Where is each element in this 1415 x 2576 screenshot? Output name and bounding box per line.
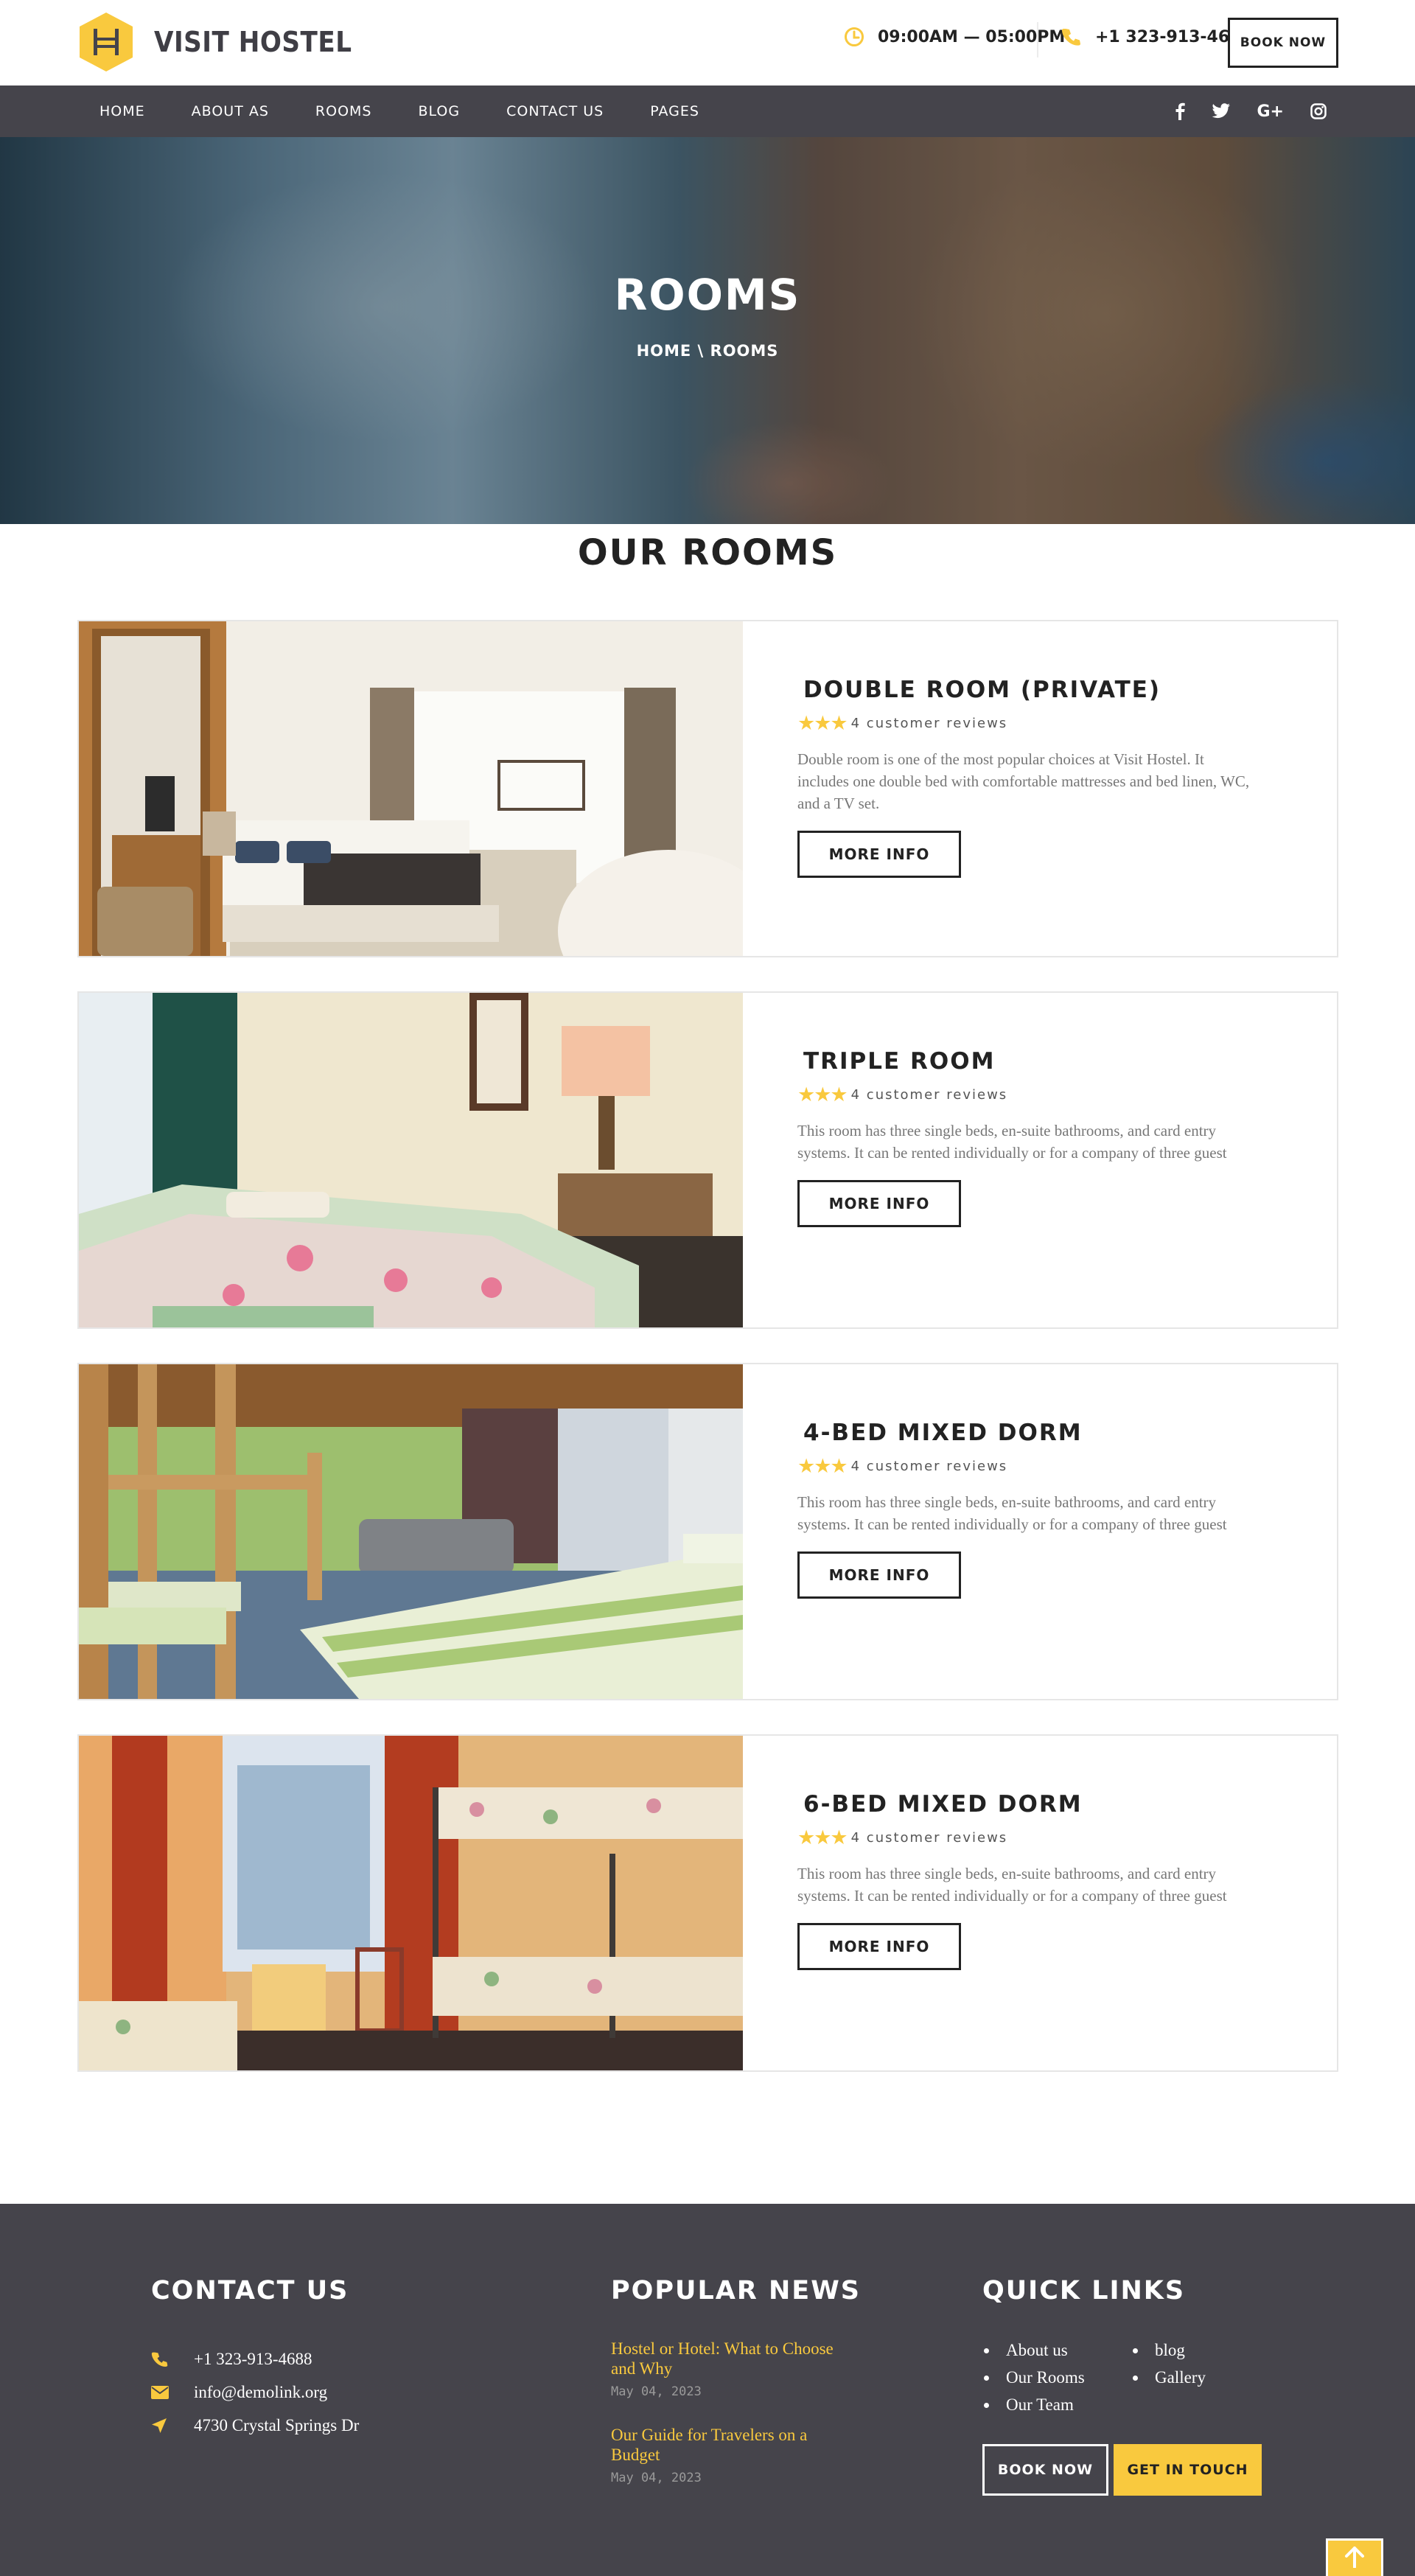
room-title[interactable]: DOUBLE ROOM (PRIVATE) bbox=[803, 677, 1254, 703]
star-rating-icon: ★★★ bbox=[797, 1083, 848, 1106]
instagram-icon[interactable] bbox=[1310, 103, 1327, 119]
header-phone[interactable]: +1 323-913-4688 bbox=[1061, 27, 1252, 47]
room-photo[interactable] bbox=[79, 1364, 743, 1699]
room-title[interactable]: TRIPLE ROOM bbox=[803, 1048, 1254, 1075]
hero-title: ROOMS bbox=[614, 270, 801, 320]
brand-name: VISIT HOSTEL bbox=[154, 26, 352, 58]
news-date: May 04, 2023 bbox=[611, 2471, 702, 2485]
room-details: TRIPLE ROOM ★★★ 4 customer reviews This … bbox=[797, 1048, 1254, 1227]
contact-list: +1 323-913-4688 info@demolink.org 4730 C… bbox=[151, 2342, 359, 2442]
phone-icon bbox=[1061, 27, 1082, 47]
room-description: This room has three single beds, en-suit… bbox=[797, 1865, 1227, 1905]
hostel-bed-icon bbox=[77, 11, 135, 73]
room-rating: ★★★ 4 customer reviews bbox=[797, 1455, 1254, 1478]
footer-links-title: QUICK LINKS bbox=[982, 2276, 1186, 2306]
room-rating: ★★★ 4 customer reviews bbox=[797, 1083, 1254, 1106]
twitter-icon[interactable] bbox=[1212, 103, 1231, 119]
contact-email[interactable]: info@demolink.org bbox=[151, 2376, 359, 2409]
room-photo[interactable] bbox=[79, 1736, 743, 2070]
top-header: VISIT HOSTEL 09:00AM — 05:00PM +1 323-91… bbox=[0, 0, 1415, 85]
book-now-button[interactable]: BOOK NOW bbox=[1228, 18, 1338, 68]
arrow-up-icon bbox=[1344, 2546, 1365, 2572]
quick-links-col-2: blog Gallery bbox=[1131, 2336, 1206, 2391]
quick-links-col-1: About us Our Rooms Our Team bbox=[982, 2336, 1085, 2418]
main-navbar: HOME ABOUT AS ROOMS BLOG CONTACT US PAGE… bbox=[0, 85, 1415, 137]
news-date: May 04, 2023 bbox=[611, 2384, 702, 2399]
contact-email-text: info@demolink.org bbox=[194, 2382, 328, 2401]
main-menu: HOME ABOUT AS ROOMS BLOG CONTACT US PAGE… bbox=[99, 85, 746, 137]
contact-phone-text: +1 323-913-4688 bbox=[194, 2349, 312, 2368]
news-item: Our Guide for Travelers on a Budget May … bbox=[611, 2425, 847, 2485]
more-info-button[interactable]: MORE INFO bbox=[797, 1180, 961, 1227]
room-details: 6-BED MIXED DORM ★★★ 4 customer reviews … bbox=[797, 1791, 1254, 1970]
room-description: This room has three single beds, en-suit… bbox=[797, 1493, 1227, 1533]
breadcrumb-current: ROOMS bbox=[710, 342, 779, 360]
quick-link-rooms[interactable]: Our Rooms bbox=[982, 2364, 1085, 2391]
nav-item-pages[interactable]: PAGES bbox=[650, 103, 699, 119]
room-title[interactable]: 6-BED MIXED DORM bbox=[803, 1791, 1254, 1818]
room-card: TRIPLE ROOM ★★★ 4 customer reviews This … bbox=[77, 991, 1338, 1329]
section-title: OUR ROOMS bbox=[577, 532, 838, 573]
room-card: 4-BED MIXED DORM ★★★ 4 customer reviews … bbox=[77, 1363, 1338, 1700]
review-count[interactable]: 4 customer reviews bbox=[851, 716, 1008, 731]
nav-item-blog[interactable]: BLOG bbox=[418, 103, 460, 119]
scroll-to-top-button[interactable] bbox=[1326, 2538, 1383, 2576]
opening-hours: 09:00AM — 05:00PM bbox=[844, 27, 1065, 47]
nav-item-contact[interactable]: CONTACT US bbox=[506, 103, 604, 119]
footer-book-now-button[interactable]: BOOK NOW bbox=[982, 2444, 1108, 2496]
contact-phone[interactable]: +1 323-913-4688 bbox=[151, 2342, 359, 2376]
contact-address: 4730 Crystal Springs Dr bbox=[151, 2409, 359, 2442]
nav-item-home[interactable]: HOME bbox=[99, 103, 145, 119]
site-footer: CONTACT US +1 323-913-4688 info@demolink… bbox=[0, 2204, 1415, 2576]
clock-icon bbox=[844, 27, 864, 47]
star-rating-icon: ★★★ bbox=[797, 1826, 848, 1849]
more-info-button[interactable]: MORE INFO bbox=[797, 831, 961, 878]
room-description: This room has three single beds, en-suit… bbox=[797, 1122, 1227, 1162]
page-hero: ROOMS HOME \ ROOMS bbox=[0, 137, 1415, 524]
star-rating-icon: ★★★ bbox=[797, 712, 848, 734]
location-arrow-icon bbox=[151, 2418, 194, 2434]
breadcrumb-separator: \ bbox=[697, 342, 705, 360]
breadcrumb: HOME \ ROOMS bbox=[0, 342, 1415, 360]
breadcrumb-home[interactable]: HOME bbox=[637, 342, 692, 360]
footer-contact-title: CONTACT US bbox=[151, 2276, 349, 2306]
quick-link-about[interactable]: About us bbox=[982, 2336, 1085, 2364]
review-count[interactable]: 4 customer reviews bbox=[851, 1459, 1008, 1474]
envelope-icon bbox=[151, 2385, 194, 2399]
phone-icon bbox=[151, 2350, 194, 2368]
quick-link-gallery[interactable]: Gallery bbox=[1131, 2364, 1206, 2391]
quick-link-blog[interactable]: blog bbox=[1131, 2336, 1206, 2364]
room-details: DOUBLE ROOM (PRIVATE) ★★★ 4 customer rev… bbox=[797, 677, 1254, 878]
room-photo[interactable] bbox=[79, 621, 743, 956]
more-info-button[interactable]: MORE INFO bbox=[797, 1923, 961, 1970]
review-count[interactable]: 4 customer reviews bbox=[851, 1087, 1008, 1103]
room-card: 6-BED MIXED DORM ★★★ 4 customer reviews … bbox=[77, 1734, 1338, 2072]
star-rating-icon: ★★★ bbox=[797, 1455, 848, 1477]
room-rating: ★★★ 4 customer reviews bbox=[797, 1826, 1254, 1849]
quick-link-team[interactable]: Our Team bbox=[982, 2391, 1085, 2418]
nav-item-about[interactable]: ABOUT AS bbox=[192, 103, 269, 119]
footer-news-title: POPULAR NEWS bbox=[611, 2276, 862, 2306]
facebook-icon[interactable] bbox=[1175, 102, 1185, 120]
review-count[interactable]: 4 customer reviews bbox=[851, 1830, 1008, 1846]
contact-address-text: 4730 Crystal Springs Dr bbox=[194, 2415, 360, 2434]
news-link[interactable]: Our Guide for Travelers on a Budget bbox=[611, 2425, 847, 2465]
nav-item-rooms[interactable]: ROOMS bbox=[315, 103, 372, 119]
header-divider bbox=[1037, 22, 1038, 57]
room-details: 4-BED MIXED DORM ★★★ 4 customer reviews … bbox=[797, 1420, 1254, 1599]
room-card: DOUBLE ROOM (PRIVATE) ★★★ 4 customer rev… bbox=[77, 620, 1338, 957]
get-in-touch-button[interactable]: GET IN TOUCH bbox=[1114, 2444, 1262, 2496]
news-item: Hostel or Hotel: What to Choose and Why … bbox=[611, 2339, 847, 2399]
social-links: G+ bbox=[1148, 85, 1327, 137]
room-description: Double room is one of the most popular c… bbox=[797, 750, 1250, 812]
news-link[interactable]: Hostel or Hotel: What to Choose and Why bbox=[611, 2339, 847, 2378]
room-title[interactable]: 4-BED MIXED DORM bbox=[803, 1420, 1254, 1446]
more-info-button[interactable]: MORE INFO bbox=[797, 1551, 961, 1599]
logo[interactable]: VISIT HOSTEL bbox=[77, 11, 352, 73]
room-photo[interactable] bbox=[79, 993, 743, 1327]
google-plus-icon[interactable]: G+ bbox=[1257, 102, 1285, 121]
room-rating: ★★★ 4 customer reviews bbox=[797, 712, 1254, 735]
